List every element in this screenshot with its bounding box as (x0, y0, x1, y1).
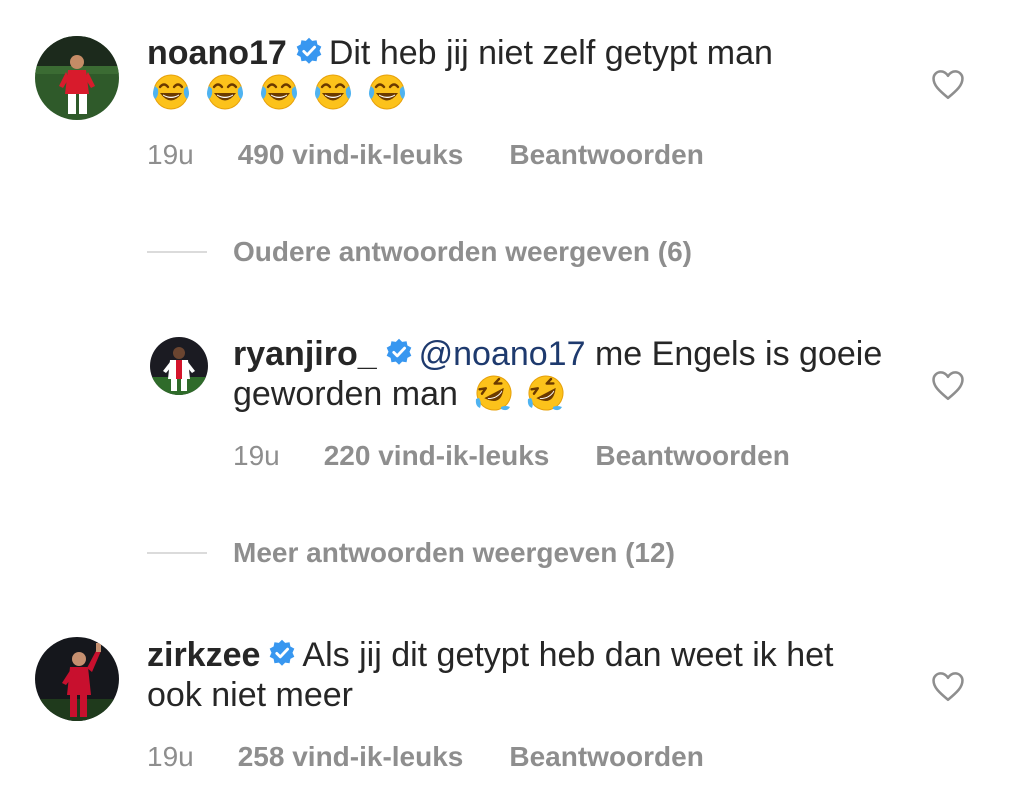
verified-badge-icon (295, 37, 323, 65)
likes-count[interactable]: 490 vind-ik-leuks (238, 139, 464, 170)
comment-noano17-text: noano17 Dit heb jij niet zelf getypt man (147, 33, 907, 115)
rolling-on-the-floor-laughing-icon (471, 373, 517, 413)
comment-username[interactable]: noano17 (147, 34, 287, 72)
face-with-tears-of-joy-icon (363, 72, 411, 112)
show-more-replies-button[interactable]: Meer antwoorden weergeven (12) (147, 537, 675, 569)
verified-badge-icon (385, 338, 413, 366)
comment-zirkzee-text: zirkzee Als jij dit getypt heb dan weet i… (147, 635, 887, 715)
like-heart-icon[interactable] (930, 68, 966, 102)
comment-time: 19u (147, 139, 194, 170)
comments-screen: noano17 Dit heb jij niet zelf getypt man … (0, 0, 1024, 800)
reply-button[interactable]: Beantwoorden (509, 741, 703, 772)
avatar-zirkzee[interactable] (35, 637, 119, 721)
like-heart-icon[interactable] (930, 670, 966, 704)
comment-body: Dit heb jij niet zelf getypt man (328, 34, 773, 72)
verified-badge-icon (268, 639, 296, 667)
face-with-tears-of-joy-icon (201, 72, 249, 112)
avatar-ryanjiro[interactable] (150, 337, 208, 395)
comment-time: 19u (233, 440, 280, 471)
thread-divider (147, 251, 207, 253)
rolling-on-the-floor-laughing-icon (523, 373, 569, 413)
mention-link[interactable]: @noano17 (419, 335, 586, 373)
comment-meta: 19u 220 vind-ik-leuks Beantwoorden (233, 440, 790, 472)
comment-username[interactable]: ryanjiro_ (233, 335, 377, 373)
show-more-replies-label[interactable]: Meer antwoorden weergeven (12) (233, 537, 675, 569)
face-with-tears-of-joy-icon (147, 72, 195, 112)
comment-meta: 19u 490 vind-ik-leuks Beantwoorden (147, 139, 704, 171)
emoji-group (471, 376, 569, 416)
avatar-noano17[interactable] (35, 36, 119, 120)
likes-count[interactable]: 258 vind-ik-leuks (238, 741, 464, 772)
comment-meta: 19u 258 vind-ik-leuks Beantwoorden (147, 741, 704, 773)
reply-button[interactable]: Beantwoorden (509, 139, 703, 170)
like-heart-icon[interactable] (930, 369, 966, 403)
comment-ryanjiro-text: ryanjiro_ @noano17 me Engels is goeie gew… (233, 334, 913, 416)
face-with-tears-of-joy-icon (255, 72, 303, 112)
likes-count[interactable]: 220 vind-ik-leuks (324, 440, 550, 471)
comment-time: 19u (147, 741, 194, 772)
show-older-replies-button[interactable]: Oudere antwoorden weergeven (6) (147, 236, 692, 268)
face-with-tears-of-joy-icon (309, 72, 357, 112)
emoji-group (147, 75, 411, 115)
show-older-replies-label[interactable]: Oudere antwoorden weergeven (6) (233, 236, 692, 268)
comment-username[interactable]: zirkzee (147, 636, 260, 674)
reply-button[interactable]: Beantwoorden (595, 440, 789, 471)
thread-divider (147, 552, 207, 554)
